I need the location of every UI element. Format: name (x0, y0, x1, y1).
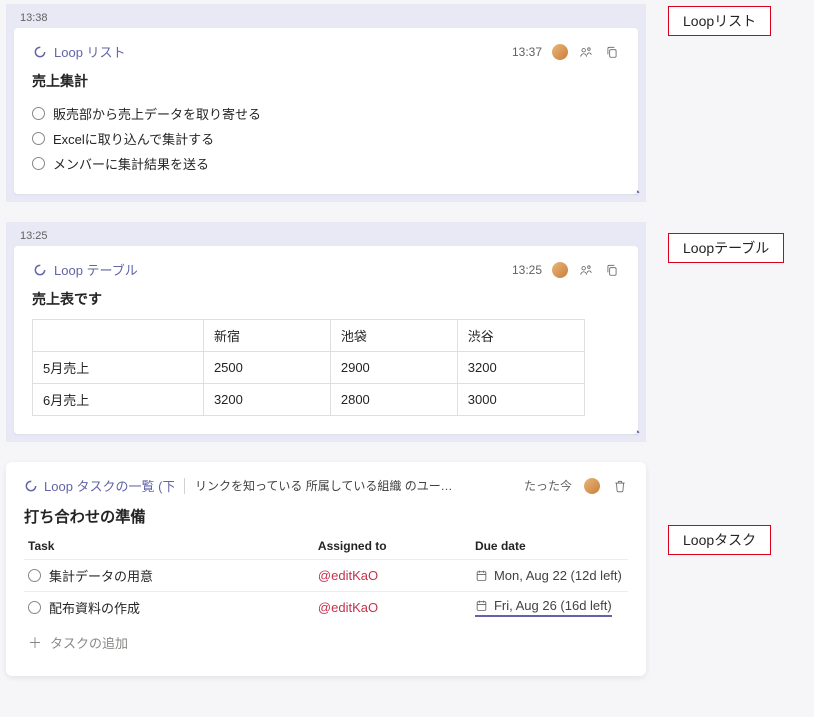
col-task: Task (24, 533, 314, 560)
task-name: 集計データの用意 (49, 566, 153, 585)
avatar[interactable] (552, 262, 568, 278)
loop-component-title[interactable]: Loop テーブル (32, 260, 138, 279)
loop-table-card: Loop テーブル 13:25 売上表です (14, 246, 638, 434)
add-task-button[interactable]: ＋ タスクの追加 (24, 623, 628, 652)
plus-icon: ＋ (28, 636, 42, 650)
task-name: 配布資料の作成 (49, 598, 140, 617)
message-loop-table: 13:25 Loop テーブル 13:25 (6, 222, 646, 442)
cell[interactable]: 3000 (457, 384, 584, 416)
radio-icon[interactable] (32, 132, 45, 145)
copy-icon[interactable] (604, 262, 620, 278)
list-item[interactable]: 販売部から売上データを取り寄せる (32, 101, 620, 126)
task-row[interactable]: 配布資料の作成 @editKaO Fri, Aug 26 (16d left) (24, 592, 628, 624)
data-table[interactable]: 新宿 池袋 渋谷 5月売上 2500 2900 3200 6月売上 3200 (32, 319, 585, 416)
loop-label: Loop タスクの一覧 (下書… (44, 476, 174, 495)
task-table: Task Assigned to Due date 集計データの用意 @edit… (24, 533, 628, 623)
list-title: 売上集計 (32, 71, 620, 91)
radio-icon[interactable] (32, 107, 45, 120)
share-icon[interactable] (578, 262, 594, 278)
loop-icon (24, 478, 38, 494)
loop-component-title[interactable]: Loop リスト (32, 42, 126, 61)
cell[interactable]: 3200 (457, 352, 584, 384)
col-due: Due date (471, 533, 628, 560)
row-label: 5月売上 (33, 352, 204, 384)
due-date[interactable]: Mon, Aug 22 (12d left) (475, 568, 624, 583)
loop-icon (32, 44, 48, 60)
cell[interactable]: 2900 (330, 352, 457, 384)
task-list-title: 打ち合わせの準備 (24, 505, 628, 527)
loop-component-title[interactable]: Loop タスクの一覧 (下書… (24, 476, 174, 495)
share-icon[interactable] (578, 44, 594, 60)
divider (184, 478, 185, 494)
col-assigned: Assigned to (314, 533, 471, 560)
row-label: 6月売上 (33, 384, 204, 416)
inner-timestamp: 13:37 (512, 45, 542, 59)
loop-task-card: Loop タスクの一覧 (下書… リンクを知っている 所属している組織 のユーザ… (6, 462, 646, 676)
delete-icon[interactable] (612, 478, 628, 494)
due-date[interactable]: Fri, Aug 26 (16d left) (475, 598, 612, 617)
assignee-mention[interactable]: @editKaO (318, 600, 378, 615)
cell[interactable]: 2800 (330, 384, 457, 416)
loop-icon (32, 262, 48, 278)
radio-icon[interactable] (28, 601, 41, 614)
loop-list-card: Loop リスト 13:37 売上集計 販売部から売上データを取り寄せる Exc… (14, 28, 638, 194)
assignee-mention[interactable]: @editKaO (318, 568, 378, 583)
annotation-loop-table: Loopテーブル (668, 233, 784, 263)
list-item-text: 販売部から売上データを取り寄せる (53, 104, 261, 123)
col-header: 新宿 (203, 320, 330, 352)
radio-icon[interactable] (32, 157, 45, 170)
list-item[interactable]: Excelに取り込んで集計する (32, 126, 620, 151)
list-item[interactable]: メンバーに集計結果を送る (32, 151, 620, 176)
radio-icon[interactable] (28, 569, 41, 582)
col-header: 渋谷 (457, 320, 584, 352)
due-text: Fri, Aug 26 (16d left) (494, 598, 612, 613)
due-text: Mon, Aug 22 (12d left) (494, 568, 622, 583)
cell[interactable]: 3200 (203, 384, 330, 416)
add-task-label: タスクの追加 (50, 633, 128, 652)
sync-icon: ◔ (630, 426, 644, 440)
sync-icon: ◔ (630, 186, 644, 200)
avatar[interactable] (552, 44, 568, 60)
inner-timestamp: 13:25 (512, 263, 542, 277)
table-row[interactable]: 5月売上 2500 2900 3200 (33, 352, 585, 384)
calendar-icon (475, 569, 488, 582)
checklist: 販売部から売上データを取り寄せる Excelに取り込んで集計する メンバーに集計… (32, 101, 620, 176)
avatar[interactable] (584, 478, 600, 494)
table-row[interactable]: 6月売上 3200 2800 3000 (33, 384, 585, 416)
relative-timestamp: たった今 (524, 477, 572, 494)
loop-label: Loop テーブル (54, 260, 138, 279)
list-item-text: メンバーに集計結果を送る (53, 154, 209, 173)
outer-timestamp: 13:25 (14, 228, 638, 246)
permission-text[interactable]: リンクを知っている 所属している組織 のユーザーは編集… (195, 477, 455, 494)
col-header (33, 320, 204, 352)
loop-label: Loop リスト (54, 42, 126, 61)
list-item-text: Excelに取り込んで集計する (53, 129, 214, 148)
col-header: 池袋 (330, 320, 457, 352)
annotation-loop-list: Loopリスト (668, 6, 771, 36)
calendar-icon (475, 599, 488, 612)
task-row[interactable]: 集計データの用意 @editKaO Mon, Aug 22 (12d left) (24, 560, 628, 592)
table-header-row: 新宿 池袋 渋谷 (33, 320, 585, 352)
table-title: 売上表です (32, 289, 620, 309)
annotation-loop-task: Loopタスク (668, 525, 771, 555)
outer-timestamp: 13:38 (14, 10, 638, 28)
cell[interactable]: 2500 (203, 352, 330, 384)
message-loop-list: 13:38 Loop リスト 13:37 (6, 4, 646, 202)
copy-icon[interactable] (604, 44, 620, 60)
